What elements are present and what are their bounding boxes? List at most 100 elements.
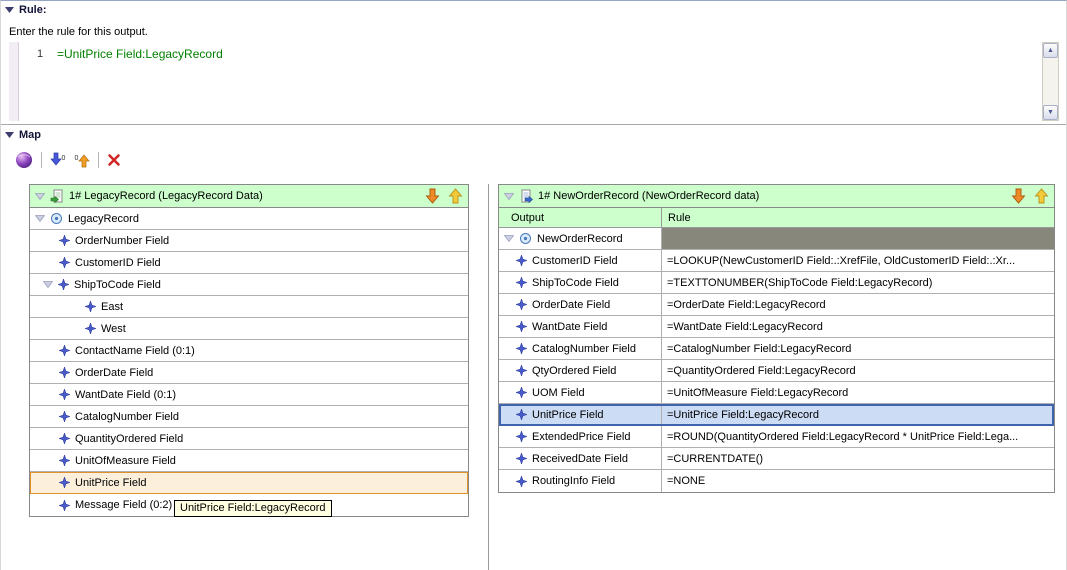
rule-cell[interactable]: =UnitPrice Field:LegacyRecord: [662, 404, 1054, 425]
map-row[interactable]: ReceivedDate Field =CURRENTDATE(): [499, 448, 1054, 470]
tree-item-label: ShipToCode Field: [74, 278, 161, 291]
output-cell[interactable]: CatalogNumber Field: [499, 338, 662, 359]
move-up-arrow-icon[interactable]: [1034, 188, 1049, 204]
map-all-down-icon[interactable]: 0: [50, 152, 66, 168]
tree-item-label: LegacyRecord: [68, 212, 139, 225]
rule-instruction: Enter the rule for this output.: [9, 26, 148, 38]
move-down-arrow-icon[interactable]: [1011, 188, 1026, 204]
move-up-arrow-icon[interactable]: [448, 188, 463, 204]
rule-text: =WantDate Field:LegacyRecord: [667, 320, 823, 333]
rule-cell[interactable]: =WantDate Field:LegacyRecord: [662, 316, 1054, 337]
svg-text:0: 0: [75, 155, 79, 162]
output-cell[interactable]: ExtendedPrice Field: [499, 426, 662, 447]
map-row[interactable]: NewOrderRecord: [499, 228, 1054, 250]
tree-item[interactable]: QuantityOrdered Field: [30, 428, 468, 450]
map-row[interactable]: RoutingInfo Field =NONE: [499, 470, 1054, 492]
output-cell[interactable]: RoutingInfo Field: [499, 470, 662, 492]
editor-scrollbar[interactable]: ▲ ▼: [1042, 42, 1059, 121]
collapse-triangle-icon[interactable]: [35, 193, 45, 200]
collapse-triangle-icon[interactable]: [5, 132, 14, 138]
rule-cell[interactable]: =CatalogNumber Field:LegacyRecord: [662, 338, 1054, 359]
source-panel: 1# LegacyRecord (LegacyRecord Data) Lega…: [29, 184, 469, 517]
rule-section-title: Rule:: [19, 4, 47, 16]
expand-triangle-icon[interactable]: [35, 215, 45, 222]
rule-cell[interactable]: =OrderDate Field:LegacyRecord: [662, 294, 1054, 315]
scroll-down-button[interactable]: ▼: [1043, 105, 1058, 120]
rule-cell-unmapped[interactable]: [662, 228, 1054, 249]
rule-cell[interactable]: =TEXTTONUMBER(ShipToCode Field:LegacyRec…: [662, 272, 1054, 293]
output-cell[interactable]: WantDate Field: [499, 316, 662, 337]
output-field-label: QtyOrdered Field: [532, 364, 617, 377]
output-cell[interactable]: ReceivedDate Field: [499, 448, 662, 469]
tree-item[interactable]: ShipToCode Field: [30, 274, 468, 296]
expand-triangle-icon[interactable]: [504, 235, 514, 242]
field-diamond-icon: [516, 299, 527, 310]
output-field-label: UnitPrice Field: [532, 408, 604, 421]
rule-cell[interactable]: =LOOKUP(NewCustomerID Field:.:XrefFile, …: [662, 250, 1054, 271]
tree-item[interactable]: ContactName Field (0:1): [30, 340, 468, 362]
scroll-up-button[interactable]: ▲: [1043, 43, 1058, 58]
map-row[interactable]: ShipToCode Field =TEXTTONUMBER(ShipToCod…: [499, 272, 1054, 294]
output-field-label: ExtendedPrice Field: [532, 430, 631, 443]
output-column-header[interactable]: Output: [499, 208, 662, 227]
tree-item[interactable]: CustomerID Field: [30, 252, 468, 274]
source-panel-header[interactable]: 1# LegacyRecord (LegacyRecord Data): [30, 185, 468, 208]
map-all-up-icon[interactable]: 0: [74, 152, 90, 168]
tree-item[interactable]: UnitOfMeasure Field: [30, 450, 468, 472]
output-cell[interactable]: OrderDate Field: [499, 294, 662, 315]
tree-item-label: Message Field (0:2): [75, 499, 173, 511]
rule-editor[interactable]: 1 =UnitPrice Field:LegacyRecord ▲ ▼: [9, 42, 1059, 121]
field-diamond-icon: [59, 257, 70, 268]
rule-cell[interactable]: =QuantityOrdered Field:LegacyRecord: [662, 360, 1054, 381]
tree-item[interactable]: OrderDate Field: [30, 362, 468, 384]
map-grid-column-header: Output Rule: [499, 208, 1054, 228]
field-diamond-icon: [516, 387, 527, 398]
tree-item-label: OrderNumber Field: [75, 234, 170, 247]
map-row[interactable]: CustomerID Field =LOOKUP(NewCustomerID F…: [499, 250, 1054, 272]
field-diamond-icon: [59, 477, 70, 488]
rule-section-header[interactable]: Rule:: [5, 4, 47, 16]
field-diamond-icon: [59, 411, 70, 422]
expand-triangle-icon[interactable]: [43, 281, 53, 288]
transformation-globe-icon[interactable]: [15, 151, 33, 169]
output-cell[interactable]: UOM Field: [499, 382, 662, 403]
rule-code-text[interactable]: =UnitPrice Field:LegacyRecord: [57, 47, 223, 61]
rule-text: =UnitPrice Field:LegacyRecord: [667, 408, 819, 421]
tree-item[interactable]: WantDate Field (0:1): [30, 384, 468, 406]
map-section-header[interactable]: Map: [5, 129, 41, 141]
output-cell[interactable]: NewOrderRecord: [499, 228, 662, 249]
output-field-label: OrderDate Field: [532, 298, 611, 311]
output-cell[interactable]: CustomerID Field: [499, 250, 662, 271]
tree-item[interactable]: LegacyRecord: [30, 208, 468, 230]
rule-cell[interactable]: =ROUND(QuantityOrdered Field:LegacyRecor…: [662, 426, 1054, 447]
field-diamond-icon: [59, 345, 70, 356]
rule-column-header[interactable]: Rule: [662, 208, 1054, 227]
map-row[interactable]: UOM Field =UnitOfMeasure Field:LegacyRec…: [499, 382, 1054, 404]
output-field-label: UOM Field: [532, 386, 585, 399]
tree-item-label: UnitPrice Field: [75, 476, 147, 489]
tree-item[interactable]: CatalogNumber Field: [30, 406, 468, 428]
output-cell[interactable]: UnitPrice Field: [499, 404, 662, 425]
tree-item[interactable]: OrderNumber Field: [30, 230, 468, 252]
rule-cell[interactable]: =UnitOfMeasure Field:LegacyRecord: [662, 382, 1054, 403]
delete-x-icon[interactable]: [107, 153, 121, 167]
rule-cell[interactable]: =NONE: [662, 470, 1054, 492]
target-panel-header[interactable]: 1# NewOrderRecord (NewOrderRecord data): [499, 185, 1054, 208]
map-row-selected[interactable]: UnitPrice Field =UnitPrice Field:LegacyR…: [499, 404, 1054, 426]
map-row[interactable]: OrderDate Field =OrderDate Field:LegacyR…: [499, 294, 1054, 316]
output-cell[interactable]: QtyOrdered Field: [499, 360, 662, 381]
map-row[interactable]: WantDate Field =WantDate Field:LegacyRec…: [499, 316, 1054, 338]
tree-item-selected[interactable]: UnitPrice Field: [30, 472, 468, 494]
tree-item[interactable]: East: [30, 296, 468, 318]
tree-item[interactable]: West: [30, 318, 468, 340]
map-row[interactable]: QtyOrdered Field =QuantityOrdered Field:…: [499, 360, 1054, 382]
collapse-triangle-icon[interactable]: [504, 193, 514, 200]
map-row[interactable]: CatalogNumber Field =CatalogNumber Field…: [499, 338, 1054, 360]
output-cell[interactable]: ShipToCode Field: [499, 272, 662, 293]
move-down-arrow-icon[interactable]: [425, 188, 440, 204]
map-row[interactable]: ExtendedPrice Field =ROUND(QuantityOrder…: [499, 426, 1054, 448]
rule-cell[interactable]: =CURRENTDATE(): [662, 448, 1054, 469]
field-diamond-icon: [59, 389, 70, 400]
collapse-triangle-icon[interactable]: [5, 7, 14, 13]
field-diamond-icon: [516, 365, 527, 376]
